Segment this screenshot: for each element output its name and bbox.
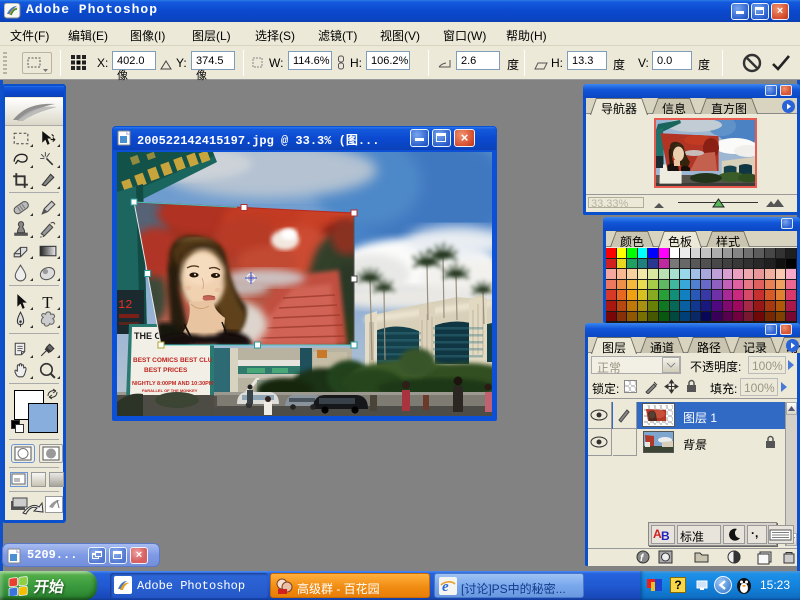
svg-text:BEST PRICES: BEST PRICES bbox=[144, 367, 188, 374]
svg-text:BEST COMICS BEST CLU: BEST COMICS BEST CLU bbox=[133, 357, 213, 364]
svg-text:B: B bbox=[661, 529, 670, 543]
svg-text:PARALLEL OF THE MONKEY: PARALLEL OF THE MONKEY bbox=[142, 388, 198, 393]
svg-text:12: 12 bbox=[118, 298, 132, 312]
svg-text:NIGHTLY 8:00PM AND 10:30PM: NIGHTLY 8:00PM AND 10:30PM bbox=[132, 381, 214, 387]
